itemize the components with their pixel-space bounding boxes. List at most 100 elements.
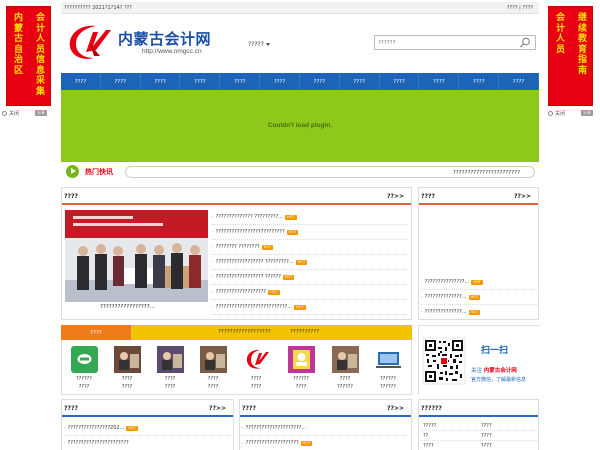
news-title: ???????????????????????	[67, 440, 129, 446]
news-item[interactable]: ·?????????????????? ?????????... HOT	[212, 255, 408, 270]
news-item[interactable]: ·?????????????? ?????????... HOT	[212, 210, 408, 225]
news-item[interactable]: ·?????????????????????????? HOT	[212, 225, 408, 240]
main-news-panel: ???? ??>> ·?????????????? ?????????... HO…	[61, 187, 412, 320]
banner-char: 员	[555, 44, 565, 55]
link-cell[interactable]: ????	[479, 423, 537, 429]
follow-name: 内蒙古会计网	[483, 368, 517, 374]
service-app[interactable]: ????????	[236, 346, 276, 390]
photo-caption[interactable]: ?????????????????...	[100, 304, 155, 310]
news-item[interactable]: ·??????????????... HOT	[421, 305, 537, 320]
app-label: ????	[121, 376, 133, 382]
bullet-icon: ·	[421, 294, 423, 300]
ticker-label: 热门快讯	[85, 167, 113, 176]
banner-char: 教	[577, 34, 587, 44]
news-title: ???????? ????????	[215, 244, 260, 250]
nav-item[interactable]: ????	[300, 73, 340, 90]
news-item[interactable]: · ????????????????202... HOT	[64, 421, 232, 436]
news-item[interactable]: ·?????????????????????...	[242, 421, 410, 436]
app-label: ????	[207, 376, 219, 382]
site-logo[interactable]: 内蒙古会计网 http://www.nmgcc.cn	[66, 22, 216, 62]
more-link[interactable]: ??>>	[387, 405, 404, 412]
more-link[interactable]: ??>>	[387, 193, 404, 200]
news-title: ???????????????????????????...	[215, 304, 293, 310]
panel-header: ???? ??>>	[62, 188, 411, 205]
pas-icon	[70, 346, 98, 373]
laptop-icon	[374, 346, 402, 373]
news-item[interactable]: ·???????????????????????????... HOT	[212, 300, 408, 315]
share-badge[interactable]: 分享	[35, 110, 47, 116]
search-box	[374, 35, 536, 50]
link-cell[interactable]: ??	[421, 433, 479, 439]
news-item[interactable]: ·?????????????????? ?????? HOT	[212, 270, 408, 285]
nav-item[interactable]: ????	[101, 73, 141, 90]
qr-scan-label: 扫一扫	[481, 346, 509, 356]
hot-badge-icon: HOT	[282, 274, 295, 280]
nav-item[interactable]: ????	[61, 73, 101, 90]
share-badge[interactable]: 分享	[581, 110, 593, 116]
link-cell[interactable]: ?????	[421, 423, 479, 429]
tab-2[interactable]: ??????????????????	[218, 329, 271, 335]
more-link[interactable]: ??>>	[514, 193, 531, 200]
service-app[interactable]: ??????????	[281, 346, 321, 390]
ticker-headline[interactable]: ???????????????????????	[453, 170, 520, 176]
hot-badge-icon: HOT	[285, 214, 297, 220]
nav-item[interactable]: ????	[380, 73, 420, 90]
city-select[interactable]: ?????	[248, 41, 270, 48]
link-cell[interactable]: ????	[479, 443, 537, 449]
bullet-icon: ·	[212, 274, 214, 280]
nav-item[interactable]: ????	[499, 73, 539, 90]
nav-item[interactable]: ????	[141, 73, 181, 90]
service-app[interactable]: ??????????	[325, 346, 365, 390]
search-icon[interactable]	[519, 37, 532, 48]
bullet-icon: ·	[212, 304, 214, 310]
bullet-icon: ·	[212, 244, 214, 250]
link-cell[interactable]: ????	[479, 433, 537, 439]
photo-icon	[199, 346, 227, 373]
news-item[interactable]: ·???????????????????????	[64, 436, 232, 450]
left-side-banner[interactable]: 内蒙古自治区 会计人员信息采集	[6, 6, 51, 106]
nav-item[interactable]: ????	[459, 73, 500, 90]
bullet-icon: ·	[64, 425, 66, 431]
nav-item[interactable]: ????	[419, 73, 460, 90]
login-links[interactable]: ???? | ????	[507, 5, 533, 11]
news-item[interactable]: ·???????? ???????? HOT	[212, 240, 408, 255]
nav-item[interactable]: ????	[220, 73, 261, 90]
service-apps: ????????????????????????????????????????…	[61, 340, 412, 395]
link-cell[interactable]: ????	[421, 443, 479, 449]
service-app[interactable]: ????????????	[368, 346, 408, 390]
search-input[interactable]	[375, 36, 515, 49]
right-side-banner[interactable]: 继续教育指南 会计人员	[548, 6, 593, 106]
logo-mark-icon	[69, 25, 111, 59]
left-banner-close-button[interactable]: 关闭	[2, 110, 19, 117]
photo-icon	[156, 346, 184, 373]
news-item[interactable]: ·???????????????????? HOT	[242, 436, 410, 450]
right-banner-close-button[interactable]: 关闭	[548, 110, 565, 117]
qr-follow-line2: 官方微信，了解最新信息	[471, 377, 527, 383]
bottom-mid-panel: ???? ??>> ·?????????????????????... ·????…	[239, 399, 412, 450]
service-app[interactable]: ????????	[193, 346, 233, 390]
nav-item[interactable]: ????	[340, 73, 380, 90]
news-title: ?????????????????????...	[245, 425, 307, 431]
photo-icon	[331, 346, 359, 373]
service-app[interactable]: ????????	[150, 346, 190, 390]
nav-item[interactable]: ????	[260, 73, 300, 90]
news-photo[interactable]	[65, 210, 208, 302]
bullet-icon: ·	[421, 279, 423, 285]
more-link[interactable]: ??>>	[209, 405, 226, 412]
tab-active[interactable]: ????	[61, 325, 131, 340]
tab-3[interactable]: ??????????	[290, 329, 319, 335]
panel-header: ???? ??>>	[240, 400, 411, 417]
news-item[interactable]: ·???????????????... HOT	[421, 275, 537, 290]
news-item[interactable]: ·??????????????... HOT	[421, 290, 537, 305]
service-app[interactable]: ??????????	[64, 346, 104, 390]
right-banner-controls: 关闭 分享	[548, 109, 593, 117]
panel-title: ????	[64, 193, 78, 200]
nav-item[interactable]: ????	[180, 73, 221, 90]
service-app[interactable]: ????????	[107, 346, 147, 390]
qr-follow-line: 关注 内蒙古会计网	[471, 366, 517, 374]
news-item[interactable]: ·??????????????????? HOT	[212, 285, 408, 300]
hot-badge-icon: HOT	[468, 309, 481, 315]
banner-char: 人	[555, 34, 565, 44]
hot-badge-icon: HOT	[468, 294, 481, 300]
play-icon[interactable]	[66, 165, 79, 178]
